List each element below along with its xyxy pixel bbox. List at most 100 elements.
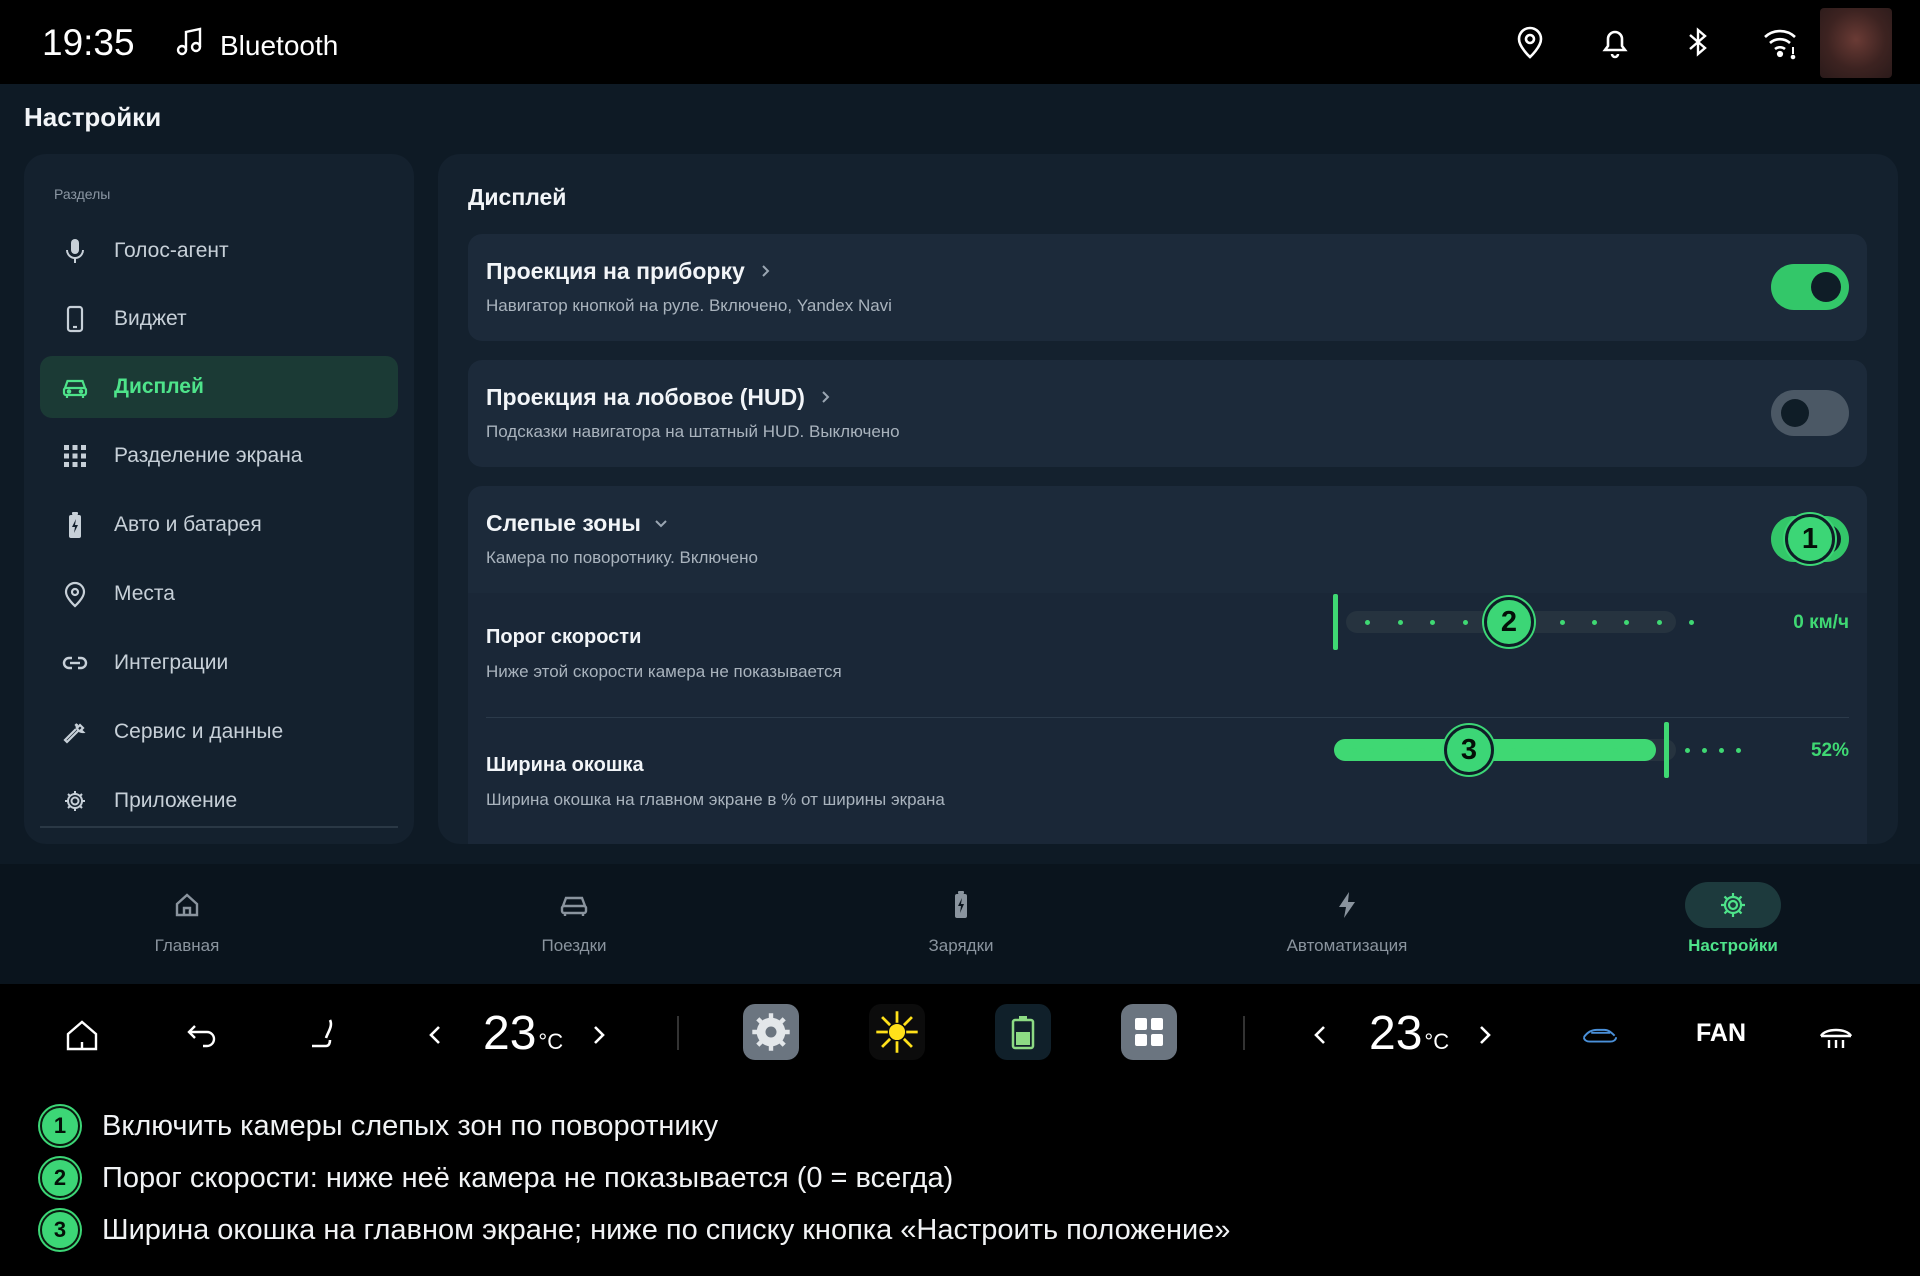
car-icon — [526, 882, 622, 928]
seat-heat-icon[interactable] — [302, 1014, 344, 1056]
sidebar-header: Разделы — [54, 186, 111, 202]
legend-item: 3 Ширина окошка на главном экране; ниже … — [40, 1210, 1230, 1250]
slider-tick — [1511, 748, 1516, 753]
rear-defrost-icon[interactable] — [1815, 1014, 1857, 1056]
setting-title: Проекция на лобовое (HUD) — [486, 384, 833, 411]
slider-tick — [1365, 620, 1370, 625]
slider-tick — [1630, 748, 1635, 753]
tab-label: Поездки — [541, 936, 607, 955]
speed-threshold-value: 0 км/ч — [1793, 612, 1849, 633]
location-pin-icon — [60, 579, 90, 609]
tab-automation[interactable]: Автоматизация — [1237, 882, 1457, 956]
tab-label: Зарядки — [928, 936, 994, 955]
battery-icon — [60, 510, 90, 540]
hud-projection-toggle[interactable] — [1771, 390, 1849, 436]
sidebar-item-application[interactable]: Приложение — [40, 770, 398, 832]
battery-app-icon[interactable] — [995, 1004, 1051, 1060]
callout-badge: 3 — [1444, 725, 1494, 775]
right-temperature: 23 °C — [1369, 1007, 1450, 1060]
sidebar-item-label: Авто и батарея — [114, 513, 262, 536]
chevron-left-icon[interactable] — [1299, 1014, 1341, 1056]
slider-tick — [1545, 748, 1550, 753]
sidebar-item-label: Сервис и данные — [114, 720, 284, 743]
window-width-subtitle: Ширина окошка на главном экране в % от ш… — [486, 790, 945, 809]
slider-tick — [1369, 748, 1374, 753]
slider-tick — [1719, 748, 1724, 753]
legend-number: 3 — [40, 1210, 80, 1250]
bluetooth-icon[interactable] — [1680, 24, 1716, 60]
tab-home[interactable]: Главная — [77, 882, 297, 956]
setting-card-hud-projection[interactable]: Проекция на лобовое (HUD) Подсказки нави… — [468, 360, 1867, 467]
slider-tick — [1560, 620, 1565, 625]
slider-tick — [1420, 748, 1425, 753]
tab-label: Главная — [154, 936, 220, 955]
sidebar-item-integrations[interactable]: Интеграции — [40, 632, 398, 694]
grid-icon — [60, 441, 90, 471]
settings-app-icon[interactable] — [743, 1004, 799, 1060]
chevron-right-icon[interactable] — [578, 1014, 620, 1056]
sidebar-item-service-data[interactable]: Сервис и данные — [40, 701, 398, 763]
back-arrow-icon[interactable] — [181, 1014, 223, 1056]
slider-tick — [1685, 748, 1690, 753]
sidebar-item-display[interactable]: Дисплей — [40, 356, 398, 418]
car-airflow-icon[interactable] — [1574, 1014, 1626, 1056]
slider-tick — [1689, 620, 1694, 625]
sidebar-item-places[interactable]: Места — [40, 563, 398, 625]
slider-tick — [1398, 620, 1403, 625]
sidebar-item-split-screen[interactable]: Разделение экрана — [40, 425, 398, 487]
media-label: Bluetooth — [220, 29, 339, 61]
chevron-left-icon[interactable] — [414, 1014, 456, 1056]
sidebar-item-car-battery[interactable]: Авто и батарея — [40, 494, 398, 556]
sun-app-icon[interactable] — [869, 1004, 925, 1060]
setting-subtitle: Навигатор кнопкой на руле. Включено, Yan… — [486, 296, 892, 315]
tab-settings[interactable]: Настройки — [1623, 882, 1843, 956]
media-source[interactable]: Bluetooth — [174, 26, 338, 65]
chevron-right-icon[interactable] — [1464, 1014, 1506, 1056]
wifi-icon[interactable] — [1762, 24, 1798, 60]
legend-text: Порог скорости: ниже неё камера не показ… — [102, 1161, 954, 1194]
settings-panel: Дисплей Проекция на приборку Навигатор к… — [438, 154, 1898, 844]
legend-item: 1 Включить камеры слепых зон по поворотн… — [40, 1106, 718, 1146]
grid-app-icon[interactable] — [1121, 1004, 1177, 1060]
wrench-icon — [60, 717, 90, 747]
setting-title[interactable]: Слепые зоны — [486, 510, 669, 537]
window-width-value: 52% — [1810, 740, 1849, 761]
slider-tick — [1528, 748, 1533, 753]
tab-trips[interactable]: Поездки — [464, 882, 684, 956]
sidebar-item-label: Интеграции — [114, 651, 229, 674]
slider-fill — [1334, 739, 1656, 761]
sidebar-item-label: Виджет — [114, 307, 187, 330]
callout-badge: 2 — [1484, 597, 1534, 647]
bell-icon[interactable] — [1597, 24, 1633, 60]
slider-tick — [1430, 620, 1435, 625]
setting-card-cluster-projection[interactable]: Проекция на приборку Навигатор кнопкой н… — [468, 234, 1867, 341]
slider-handle-line — [1664, 722, 1669, 778]
lightning-icon — [1299, 882, 1395, 928]
legend-text: Включить камеры слепых зон по поворотник… — [102, 1109, 719, 1142]
slider-tick — [1736, 748, 1741, 753]
cluster-projection-toggle[interactable] — [1771, 264, 1849, 310]
sidebar-item-voice-agent[interactable]: Голос-агент — [40, 220, 398, 282]
car-icon — [60, 372, 90, 402]
toggle-knob — [1781, 399, 1809, 427]
microphone-icon — [60, 236, 90, 266]
home-outline-icon[interactable] — [61, 1014, 103, 1056]
climate-bar: 23 °C 23 °C FAN — [0, 984, 1920, 1084]
slider-tick — [1562, 748, 1567, 753]
avatar[interactable] — [1820, 8, 1892, 78]
home-icon — [139, 882, 235, 928]
tab-charging[interactable]: Зарядки — [851, 882, 1071, 956]
battery-icon — [913, 882, 1009, 928]
legend: 1 Включить камеры слепых зон по поворотн… — [0, 1084, 1920, 1276]
left-temperature: 23 °C — [483, 1007, 564, 1060]
fan-button[interactable]: FAN — [1696, 1019, 1746, 1048]
chevron-right-icon — [757, 258, 773, 285]
phone-icon — [60, 304, 90, 334]
sidebar-item-widget[interactable]: Виджет — [40, 288, 398, 350]
setting-subtitle: Камера по поворотнику. Включено — [486, 548, 758, 567]
divider — [1243, 1016, 1245, 1050]
sidebar-divider — [40, 826, 398, 828]
location-pin-icon[interactable] — [1512, 24, 1548, 60]
speed-threshold-subtitle: Ниже этой скорости камера не показываетс… — [486, 662, 842, 681]
slider-tick — [1613, 748, 1618, 753]
